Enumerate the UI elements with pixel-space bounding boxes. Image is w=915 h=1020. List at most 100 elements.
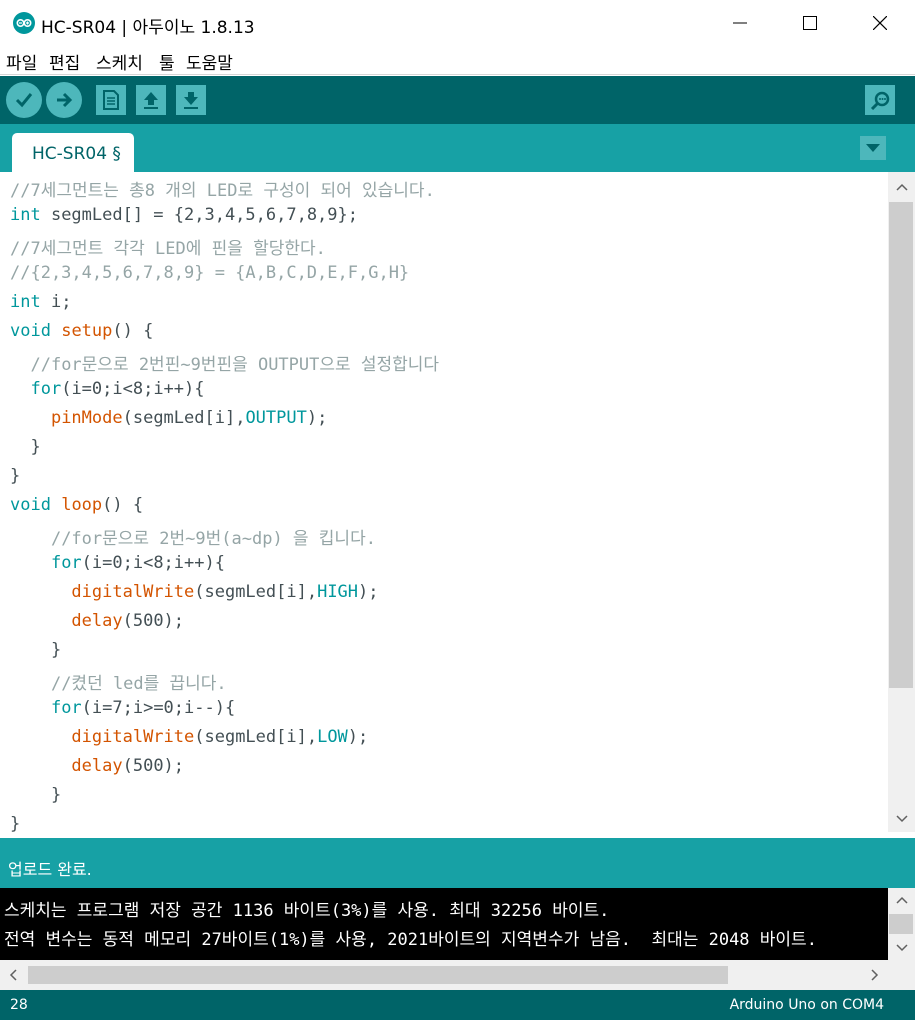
close-icon: [873, 16, 887, 30]
code-token: }: [10, 814, 21, 832]
verify-icon: [15, 93, 33, 108]
code-line: for(i=0;i<8;i++){: [10, 379, 205, 408]
code-line: //for문으로 2번핀~9번핀을 OUTPUT으로 설정합니다: [10, 350, 439, 379]
chevron-down-icon: [866, 144, 880, 152]
board-port-info: Arduino Uno on COM4: [729, 997, 884, 1013]
code-token: }: [10, 785, 62, 805]
code-token: () {: [112, 321, 154, 341]
upload-icon: [57, 92, 73, 108]
code-token: () {: [102, 495, 144, 515]
code-line: int segmLed[] = {2,3,4,5,6,7,8,9};: [10, 205, 358, 234]
code-line: }: [10, 640, 61, 669]
code-token: (i=0;i<8;i++){: [61, 379, 205, 399]
code-token: loop: [61, 495, 103, 515]
status-message: 업로드 완료.: [8, 860, 92, 879]
code-editor[interactable]: //7세그먼트는 총8 개의 LED로 구성이 되어 있습니다. int segm…: [0, 172, 888, 832]
code-token: (segmLed[i],: [194, 582, 318, 602]
serial-monitor-icon: [870, 91, 890, 110]
serial-monitor-button[interactable]: [865, 85, 895, 115]
code-token: delay: [71, 756, 123, 776]
menu-file[interactable]: 파일: [6, 49, 37, 74]
verify-button[interactable]: [6, 82, 42, 118]
scroll-down-arrow-icon[interactable]: [888, 938, 915, 958]
code-token: //{2,3,4,5,6,7,8,9} = {A,B,C,D,E,F,G,H}: [10, 263, 410, 283]
tab-hc-sr04[interactable]: HC-SR04 §: [12, 133, 134, 172]
open-icon: [144, 92, 158, 109]
code-token: digitalWrite: [71, 582, 195, 602]
scroll-up-arrow-icon[interactable]: [888, 890, 915, 910]
code-token: LOW: [317, 727, 348, 747]
code-token: void: [10, 321, 51, 341]
scroll-down-arrow-icon[interactable]: [888, 808, 915, 830]
menu-help[interactable]: 도움말: [186, 49, 233, 74]
arduino-logo-icon: [13, 12, 35, 34]
console-hscroll-thumb[interactable]: [28, 966, 728, 984]
code-line: //for문으로 2번~9번(a~dp) 을 킵니다.: [10, 524, 376, 553]
code-token: //7세그먼트 각각 LED에 핀을 할당한다.: [10, 239, 326, 259]
editor-scroll-thumb[interactable]: [889, 202, 913, 688]
code-token: }: [10, 640, 62, 660]
minimize-button[interactable]: [705, 0, 775, 46]
code-token: (i=0;i<8;i++){: [81, 553, 225, 573]
code-token: //for문으로 2번~9번(a~dp) 을 킵니다.: [50, 529, 376, 549]
console-output[interactable]: 스케치는 프로그램 저장 공간 1136 바이트(3%)를 사용. 최대 322…: [0, 888, 888, 960]
code-token: }: [10, 437, 41, 457]
code-token: (500);: [122, 756, 185, 776]
console-scroll-thumb[interactable]: [889, 914, 913, 934]
new-sketch-button[interactable]: [96, 85, 126, 115]
code-line: int i;: [10, 292, 71, 321]
code-line: //7세그먼트 각각 LED에 핀을 할당한다.: [10, 234, 326, 263]
open-button[interactable]: [136, 85, 166, 115]
scroll-right-arrow-icon[interactable]: [864, 964, 886, 986]
editor-vertical-scrollbar[interactable]: [888, 172, 915, 832]
console-horizontal-scrollbar[interactable]: [0, 960, 915, 990]
code-token: (segmLed[i],: [194, 727, 318, 747]
code-line: digitalWrite(segmLed[i],HIGH);: [10, 582, 379, 611]
code-token: pinMode: [50, 408, 123, 428]
save-button[interactable]: [176, 85, 206, 115]
code-token: );: [358, 582, 379, 602]
console-vertical-scrollbar[interactable]: [888, 888, 915, 960]
code-token: //for문으로 2번핀~9번핀을 OUTPUT으로 설정합니다: [30, 355, 440, 375]
code-token: int: [10, 205, 41, 225]
window-title: HC-SR04 | 아두이노 1.8.13: [41, 18, 255, 38]
code-line: digitalWrite(segmLed[i],LOW);: [10, 727, 368, 756]
tab-bar: HC-SR04 §: [0, 124, 915, 172]
code-line: delay(500);: [10, 611, 184, 640]
upload-button[interactable]: [46, 82, 82, 118]
line-number: 28: [10, 997, 28, 1013]
code-line: delay(500);: [10, 756, 184, 785]
code-token: int: [10, 292, 41, 312]
maximize-icon: [803, 16, 817, 30]
menu-tools[interactable]: 툴: [159, 49, 175, 74]
code-token: OUTPUT: [245, 408, 307, 428]
code-token: delay: [71, 611, 123, 631]
scroll-up-arrow-icon[interactable]: [888, 176, 915, 198]
code-line: pinMode(segmLed[i],OUTPUT);: [10, 408, 327, 437]
close-button[interactable]: [845, 0, 915, 46]
code-token: (i=7;i>=0;i--){: [81, 698, 236, 718]
tab-menu-button[interactable]: [860, 136, 886, 160]
code-line: }: [10, 785, 61, 814]
scroll-left-arrow-icon[interactable]: [2, 964, 24, 986]
code-token: HIGH: [317, 582, 359, 602]
code-token: for: [50, 698, 82, 718]
code-token: }: [10, 466, 21, 486]
code-token: i;: [40, 292, 72, 312]
menu-sketch[interactable]: 스케치: [96, 49, 143, 74]
code-line: for(i=7;i>=0;i--){: [10, 698, 235, 727]
code-token: setup: [61, 321, 113, 341]
maximize-button[interactable]: [775, 0, 845, 46]
menu-bar: 파일 편집 스케치 툴 도움말: [0, 46, 915, 75]
new-icon: [103, 90, 119, 110]
code-token: digitalWrite: [71, 727, 195, 747]
menu-edit[interactable]: 편집: [49, 49, 80, 74]
code-line: //켰던 led를 끕니다.: [10, 669, 227, 698]
